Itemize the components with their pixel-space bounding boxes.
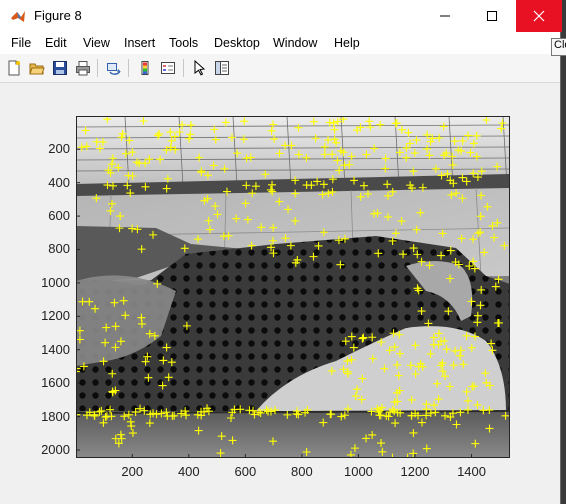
y-tick-label: 2000: [41, 441, 70, 457]
close-button[interactable]: [516, 0, 562, 32]
y-tick-label: 1800: [41, 408, 70, 424]
y-tick-label: 800: [48, 241, 70, 257]
y-tick-label: 600: [48, 208, 70, 224]
toolbar-separator: [128, 59, 129, 77]
save-icon[interactable]: [52, 60, 68, 76]
menu-bar: File Edit View Insert Tools Desktop Wind…: [0, 32, 560, 54]
toolbar-separator: [97, 59, 98, 77]
x-tick-label: 1000: [343, 464, 373, 479]
photo-background: [76, 116, 510, 458]
link-plot-icon[interactable]: [106, 60, 122, 76]
menu-file[interactable]: File: [11, 36, 31, 50]
maximize-button[interactable]: [469, 0, 515, 32]
toolbar-separator: [183, 59, 184, 77]
open-file-icon[interactable]: [29, 60, 45, 76]
x-tick-label: 200: [121, 464, 144, 479]
x-tick-label: 1400: [457, 464, 486, 479]
x-tick-label: 400: [177, 464, 200, 479]
insert-legend-icon[interactable]: [160, 60, 176, 76]
property-inspector-icon[interactable]: [214, 60, 230, 76]
menu-insert[interactable]: Insert: [124, 36, 155, 50]
menu-view[interactable]: View: [83, 36, 110, 50]
figure-window: Figure 8 File Edit View Insert Tools Des…: [0, 0, 562, 504]
y-tick-label: 1600: [41, 375, 70, 391]
window-title: Figure 8: [34, 8, 82, 23]
title-bar[interactable]: Figure 8: [0, 0, 562, 32]
menu-edit[interactable]: Edit: [45, 36, 67, 50]
new-figure-icon[interactable]: [6, 60, 22, 76]
close-icon: [533, 10, 545, 22]
y-tick-label: 1200: [41, 308, 70, 324]
y-tick-label: 1000: [41, 274, 70, 290]
x-tick-label: 1200: [400, 464, 430, 479]
insert-colorbar-icon[interactable]: [137, 60, 153, 76]
minimize-icon: [440, 15, 450, 17]
maximize-icon: [487, 11, 497, 21]
image-plot[interactable]: [76, 116, 510, 458]
menu-window[interactable]: Window: [273, 36, 317, 50]
menu-tools[interactable]: Tools: [169, 36, 198, 50]
print-icon[interactable]: [75, 60, 91, 76]
x-tick-label: 600: [234, 464, 257, 479]
figure-toolbar: [0, 54, 560, 83]
minimize-button[interactable]: [422, 0, 468, 32]
x-tick-label: 800: [291, 464, 313, 479]
menu-help[interactable]: Help: [334, 36, 360, 50]
y-tick-label: 200: [48, 141, 70, 157]
y-tick-label: 1400: [41, 341, 70, 357]
close-tooltip: Close: [551, 38, 566, 56]
y-tick-label: 400: [48, 174, 70, 190]
menu-desktop[interactable]: Desktop: [214, 36, 260, 50]
matlab-logo-icon: [11, 11, 25, 22]
edit-plot-icon[interactable]: [191, 60, 207, 76]
